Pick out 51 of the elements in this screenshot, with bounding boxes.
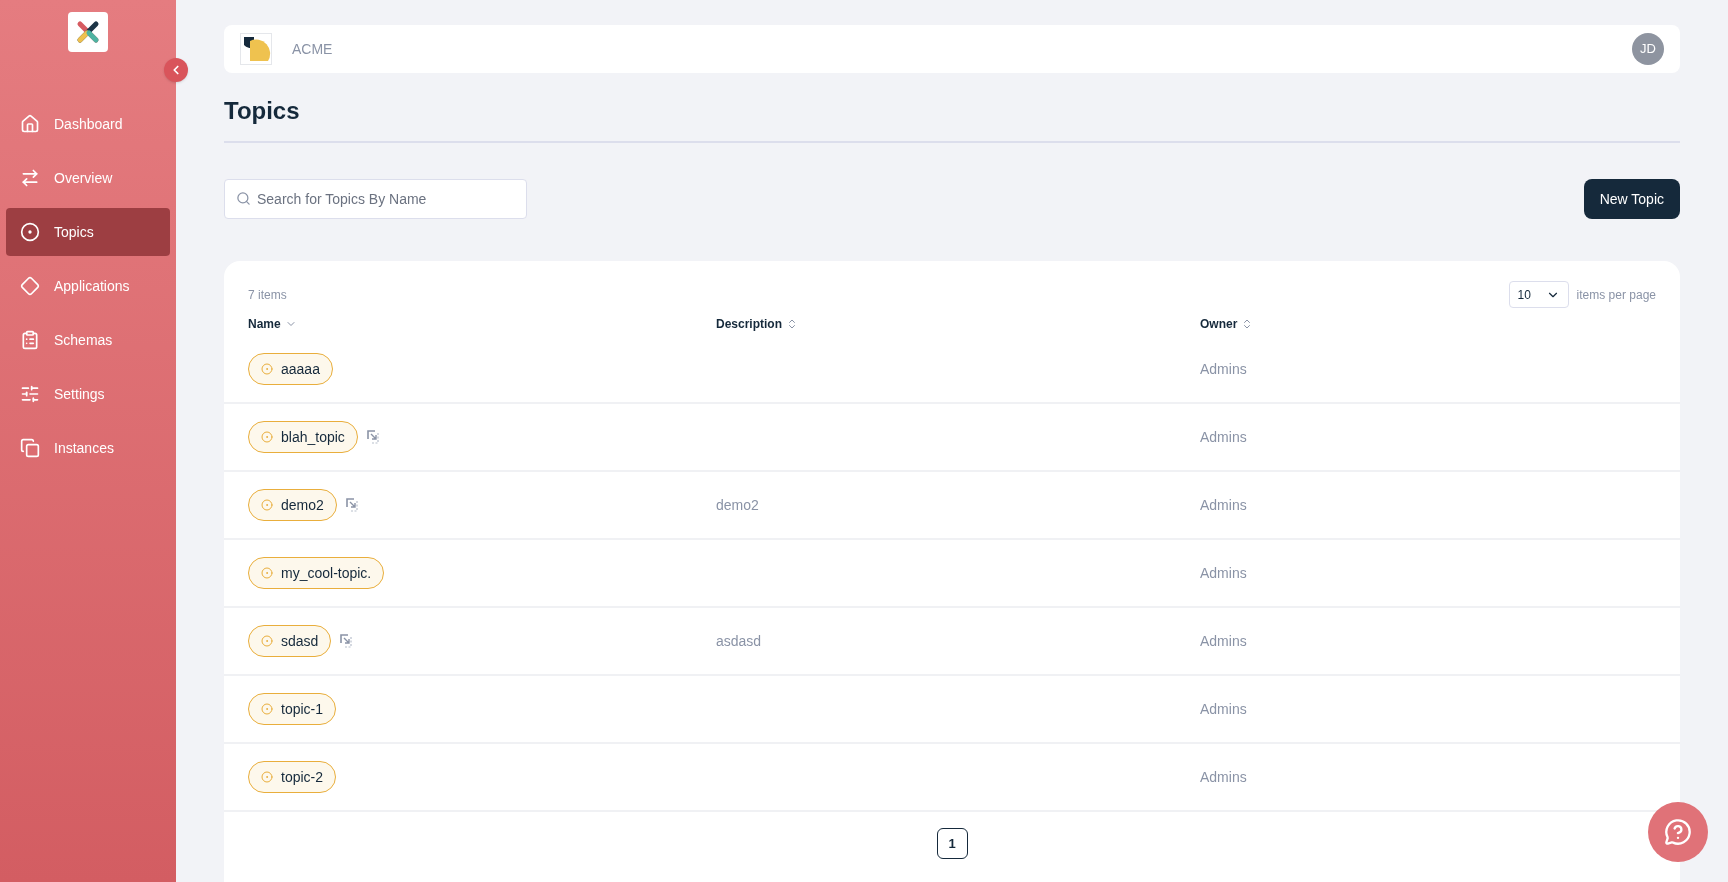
- target-icon: [20, 222, 40, 242]
- sidebar-item[interactable]: Topics: [6, 208, 170, 256]
- table-cell-text: Admins: [1200, 427, 1248, 447]
- new-topic-button[interactable]: New Topic: [1583, 179, 1680, 219]
- topic-chip[interactable]: blah_topic: [248, 421, 358, 453]
- table-cell-text: asdasd: [716, 631, 763, 651]
- table-cell-text: Admins: [1200, 767, 1248, 787]
- topic-icon: [261, 363, 273, 375]
- column-header[interactable]: Owner: [1200, 315, 1238, 333]
- topic-chip[interactable]: demo2: [248, 489, 337, 521]
- app-logo-icon: [68, 12, 108, 52]
- shared-link-icon[interactable]: [344, 497, 361, 513]
- sort-icon[interactable]: [786, 318, 798, 330]
- topic-icon: [261, 771, 273, 783]
- sliders-icon: [20, 384, 40, 404]
- topic-chip[interactable]: sdasd: [248, 625, 332, 657]
- table-cell-text: Admins: [1200, 359, 1248, 379]
- help-button[interactable]: [1648, 802, 1708, 862]
- topic-chip[interactable]: topic-2: [248, 761, 337, 793]
- page-button[interactable]: 1: [936, 828, 968, 859]
- help-icon: [1664, 818, 1692, 846]
- topic-chip[interactable]: my_cool-topic.: [248, 557, 385, 589]
- column-header[interactable]: Name: [248, 315, 281, 333]
- collapse-sidebar-button[interactable]: [164, 58, 188, 82]
- search-field[interactable]: Search for Topics By Name: [224, 179, 527, 219]
- clipboard-icon: [20, 330, 40, 350]
- table-cell-text: Admins: [1200, 631, 1248, 651]
- shared-link-icon[interactable]: [365, 429, 382, 445]
- column-header[interactable]: Description: [716, 315, 782, 333]
- topic-icon: [261, 703, 273, 715]
- topic-icon: [261, 499, 273, 511]
- topic-chip[interactable]: aaaaa: [248, 353, 333, 385]
- table-cell-text: demo2: [716, 495, 760, 515]
- topic-icon: [261, 567, 273, 579]
- item-count: 7 items: [248, 286, 287, 304]
- table-cell-text: Admins: [1200, 699, 1248, 719]
- topic-chip[interactable]: topic-1: [248, 693, 337, 725]
- org-name: ACME: [292, 39, 333, 59]
- page-size-select[interactable]: 10: [1508, 281, 1569, 308]
- arrows-icon: [20, 168, 40, 188]
- topic-icon: [261, 635, 273, 647]
- topic-icon: [261, 431, 273, 443]
- table-cell-text: Admins: [1200, 563, 1248, 583]
- diamond-icon: [20, 276, 40, 296]
- org-logo-icon: [240, 33, 272, 65]
- page-size-label: items per page: [1576, 286, 1656, 304]
- page-title: Topics: [224, 96, 301, 126]
- search-icon: [236, 191, 251, 206]
- table-cell-text: Admins: [1200, 495, 1248, 515]
- home-icon: [20, 114, 40, 134]
- squares-icon: [20, 438, 40, 458]
